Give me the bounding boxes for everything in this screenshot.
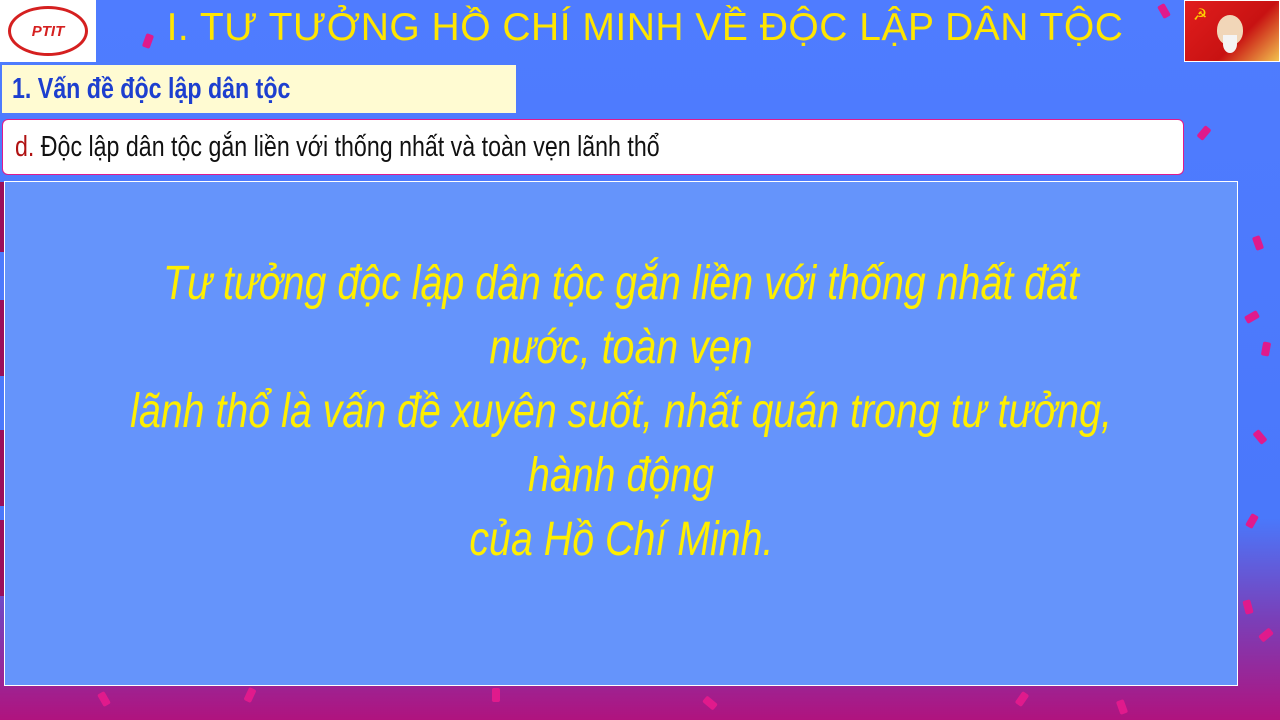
section-item: d. Độc lập dân tộc gắn liền với thống nh… — [2, 119, 1184, 175]
section-item-inner: d. Độc lập dân tộc gắn liền với thống nh… — [15, 120, 660, 174]
hammer-sickle-icon: ☭ — [1193, 7, 1208, 24]
confetti-decoration — [1260, 341, 1272, 357]
quote-line-3: của Hồ Chí Minh. — [468, 513, 774, 566]
section-heading: 1. Vấn đề độc lập dân tộc — [2, 65, 516, 113]
confetti-decoration — [492, 688, 500, 702]
quote-text: Tư tưởng độc lập dân tộc gắn liền với th… — [15, 252, 1227, 572]
confetti-decoration — [1242, 599, 1254, 615]
confetti-decoration — [1243, 310, 1261, 324]
confetti-decoration — [1251, 235, 1265, 251]
quote-box: Tư tưởng độc lập dân tộc gắn liền với th… — [4, 181, 1238, 686]
confetti-decoration — [1245, 512, 1259, 530]
ho-chi-minh-portrait-icon: ☭ — [1184, 0, 1280, 62]
confetti-decoration — [1252, 429, 1268, 445]
confetti-decoration — [1115, 699, 1129, 715]
section-heading-text: 1. Vấn đề độc lập dân tộc — [12, 73, 291, 105]
confetti-decoration — [1157, 2, 1171, 20]
confetti-decoration — [243, 686, 257, 704]
section-item-text: Độc lập dân tộc gắn liền với thống nhất … — [40, 131, 660, 163]
quote-line-1: Tư tưởng độc lập dân tộc gắn liền với th… — [163, 257, 1079, 374]
confetti-decoration — [97, 690, 111, 708]
portrait-beard — [1223, 35, 1237, 53]
confetti-decoration — [1258, 627, 1274, 643]
confetti-decoration — [1014, 690, 1030, 708]
section-item-prefix: d. — [15, 131, 35, 163]
logo-text: PTIT — [8, 6, 88, 56]
slide-title: I. TƯ TƯỞNG HỒ CHÍ MINH VỀ ĐỘC LẬP DÂN T… — [166, 6, 1124, 49]
ptit-logo-icon: PTIT — [0, 0, 96, 62]
quote-line-2: lãnh thổ là vấn đề xuyên suốt, nhất quán… — [130, 385, 1112, 502]
confetti-decoration — [1196, 125, 1212, 141]
confetti-decoration — [702, 695, 718, 711]
